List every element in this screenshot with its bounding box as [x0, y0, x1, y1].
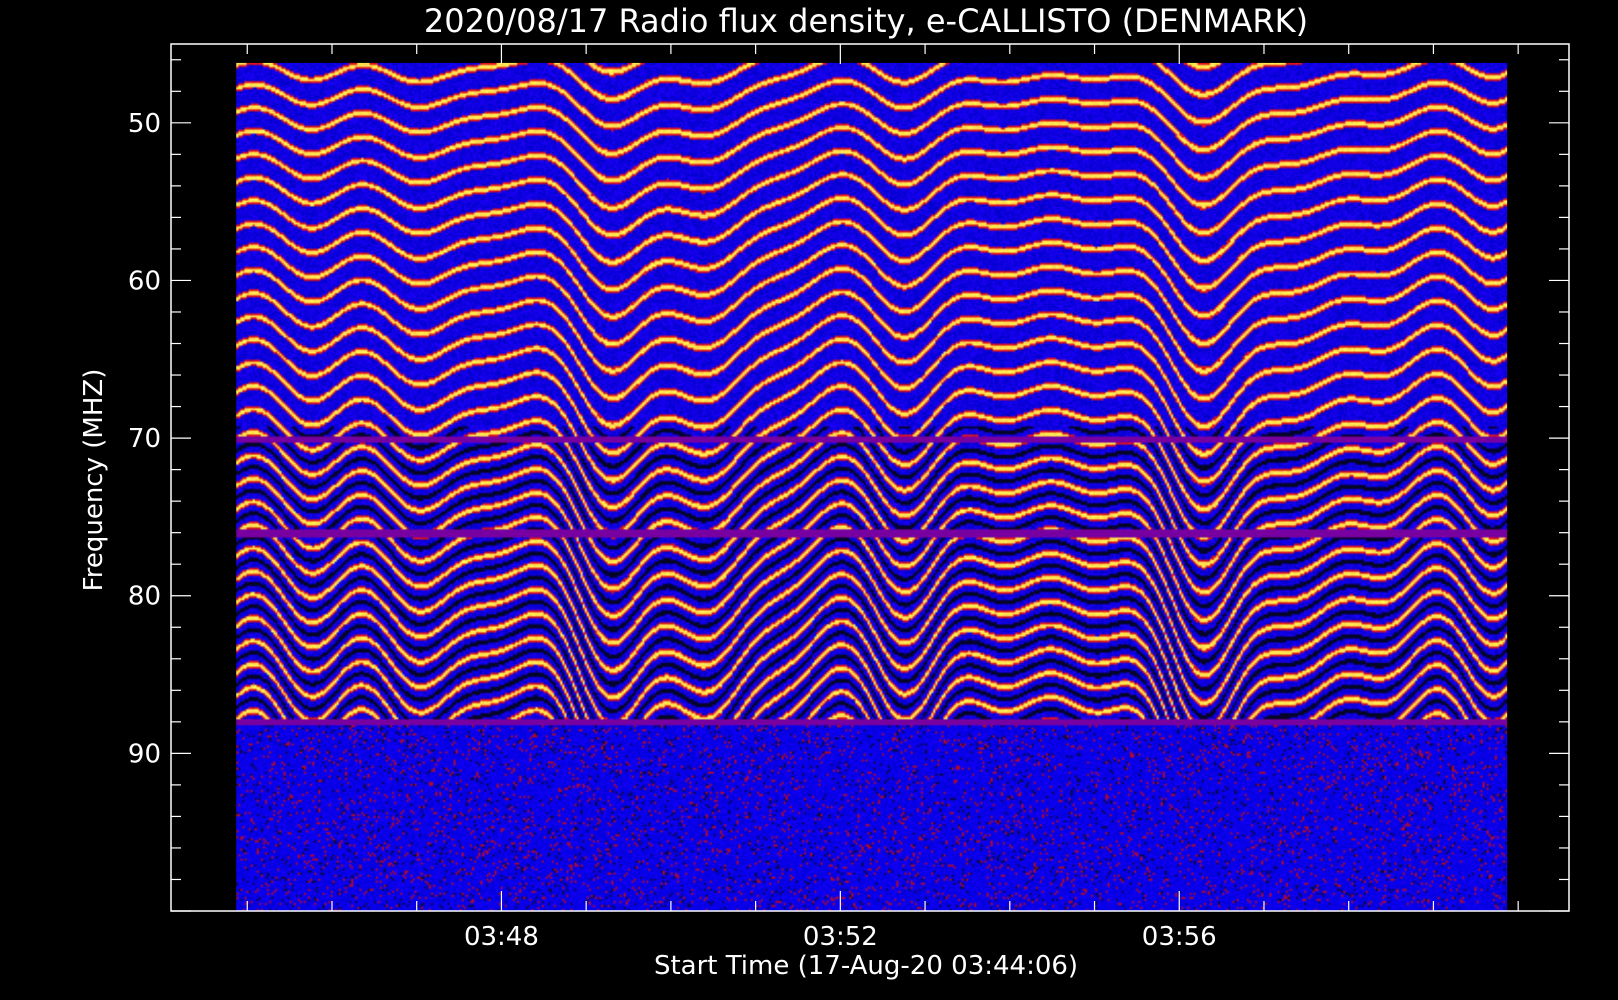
x-tick-label: 03:48: [464, 922, 539, 952]
y-tick-labels: 50 60 70 80 90: [128, 109, 161, 770]
chart-title: 2020/08/17 Radio flux density, e-CALLIST…: [424, 2, 1308, 40]
y-tick-label: 80: [128, 582, 161, 612]
y-tick-label: 50: [128, 109, 161, 139]
spectrogram-raster: [236, 62, 1508, 911]
y-tick-label: 60: [128, 266, 161, 296]
x-tick-labels: 03:48 03:52 03:56: [464, 922, 1217, 952]
spectrogram-chart: 2020/08/17 Radio flux density, e-CALLIST…: [79, 2, 1570, 981]
spectrogram-image: [236, 62, 1508, 911]
y-axis-label: Frequency (MHZ): [79, 369, 109, 592]
x-tick-label: 03:52: [803, 922, 878, 952]
x-tick-label: 03:56: [1142, 922, 1217, 952]
y-tick-label: 70: [128, 424, 161, 454]
y-tick-label: 90: [128, 739, 161, 769]
x-axis-label: Start Time (17-Aug-20 03:44:06): [654, 951, 1078, 981]
